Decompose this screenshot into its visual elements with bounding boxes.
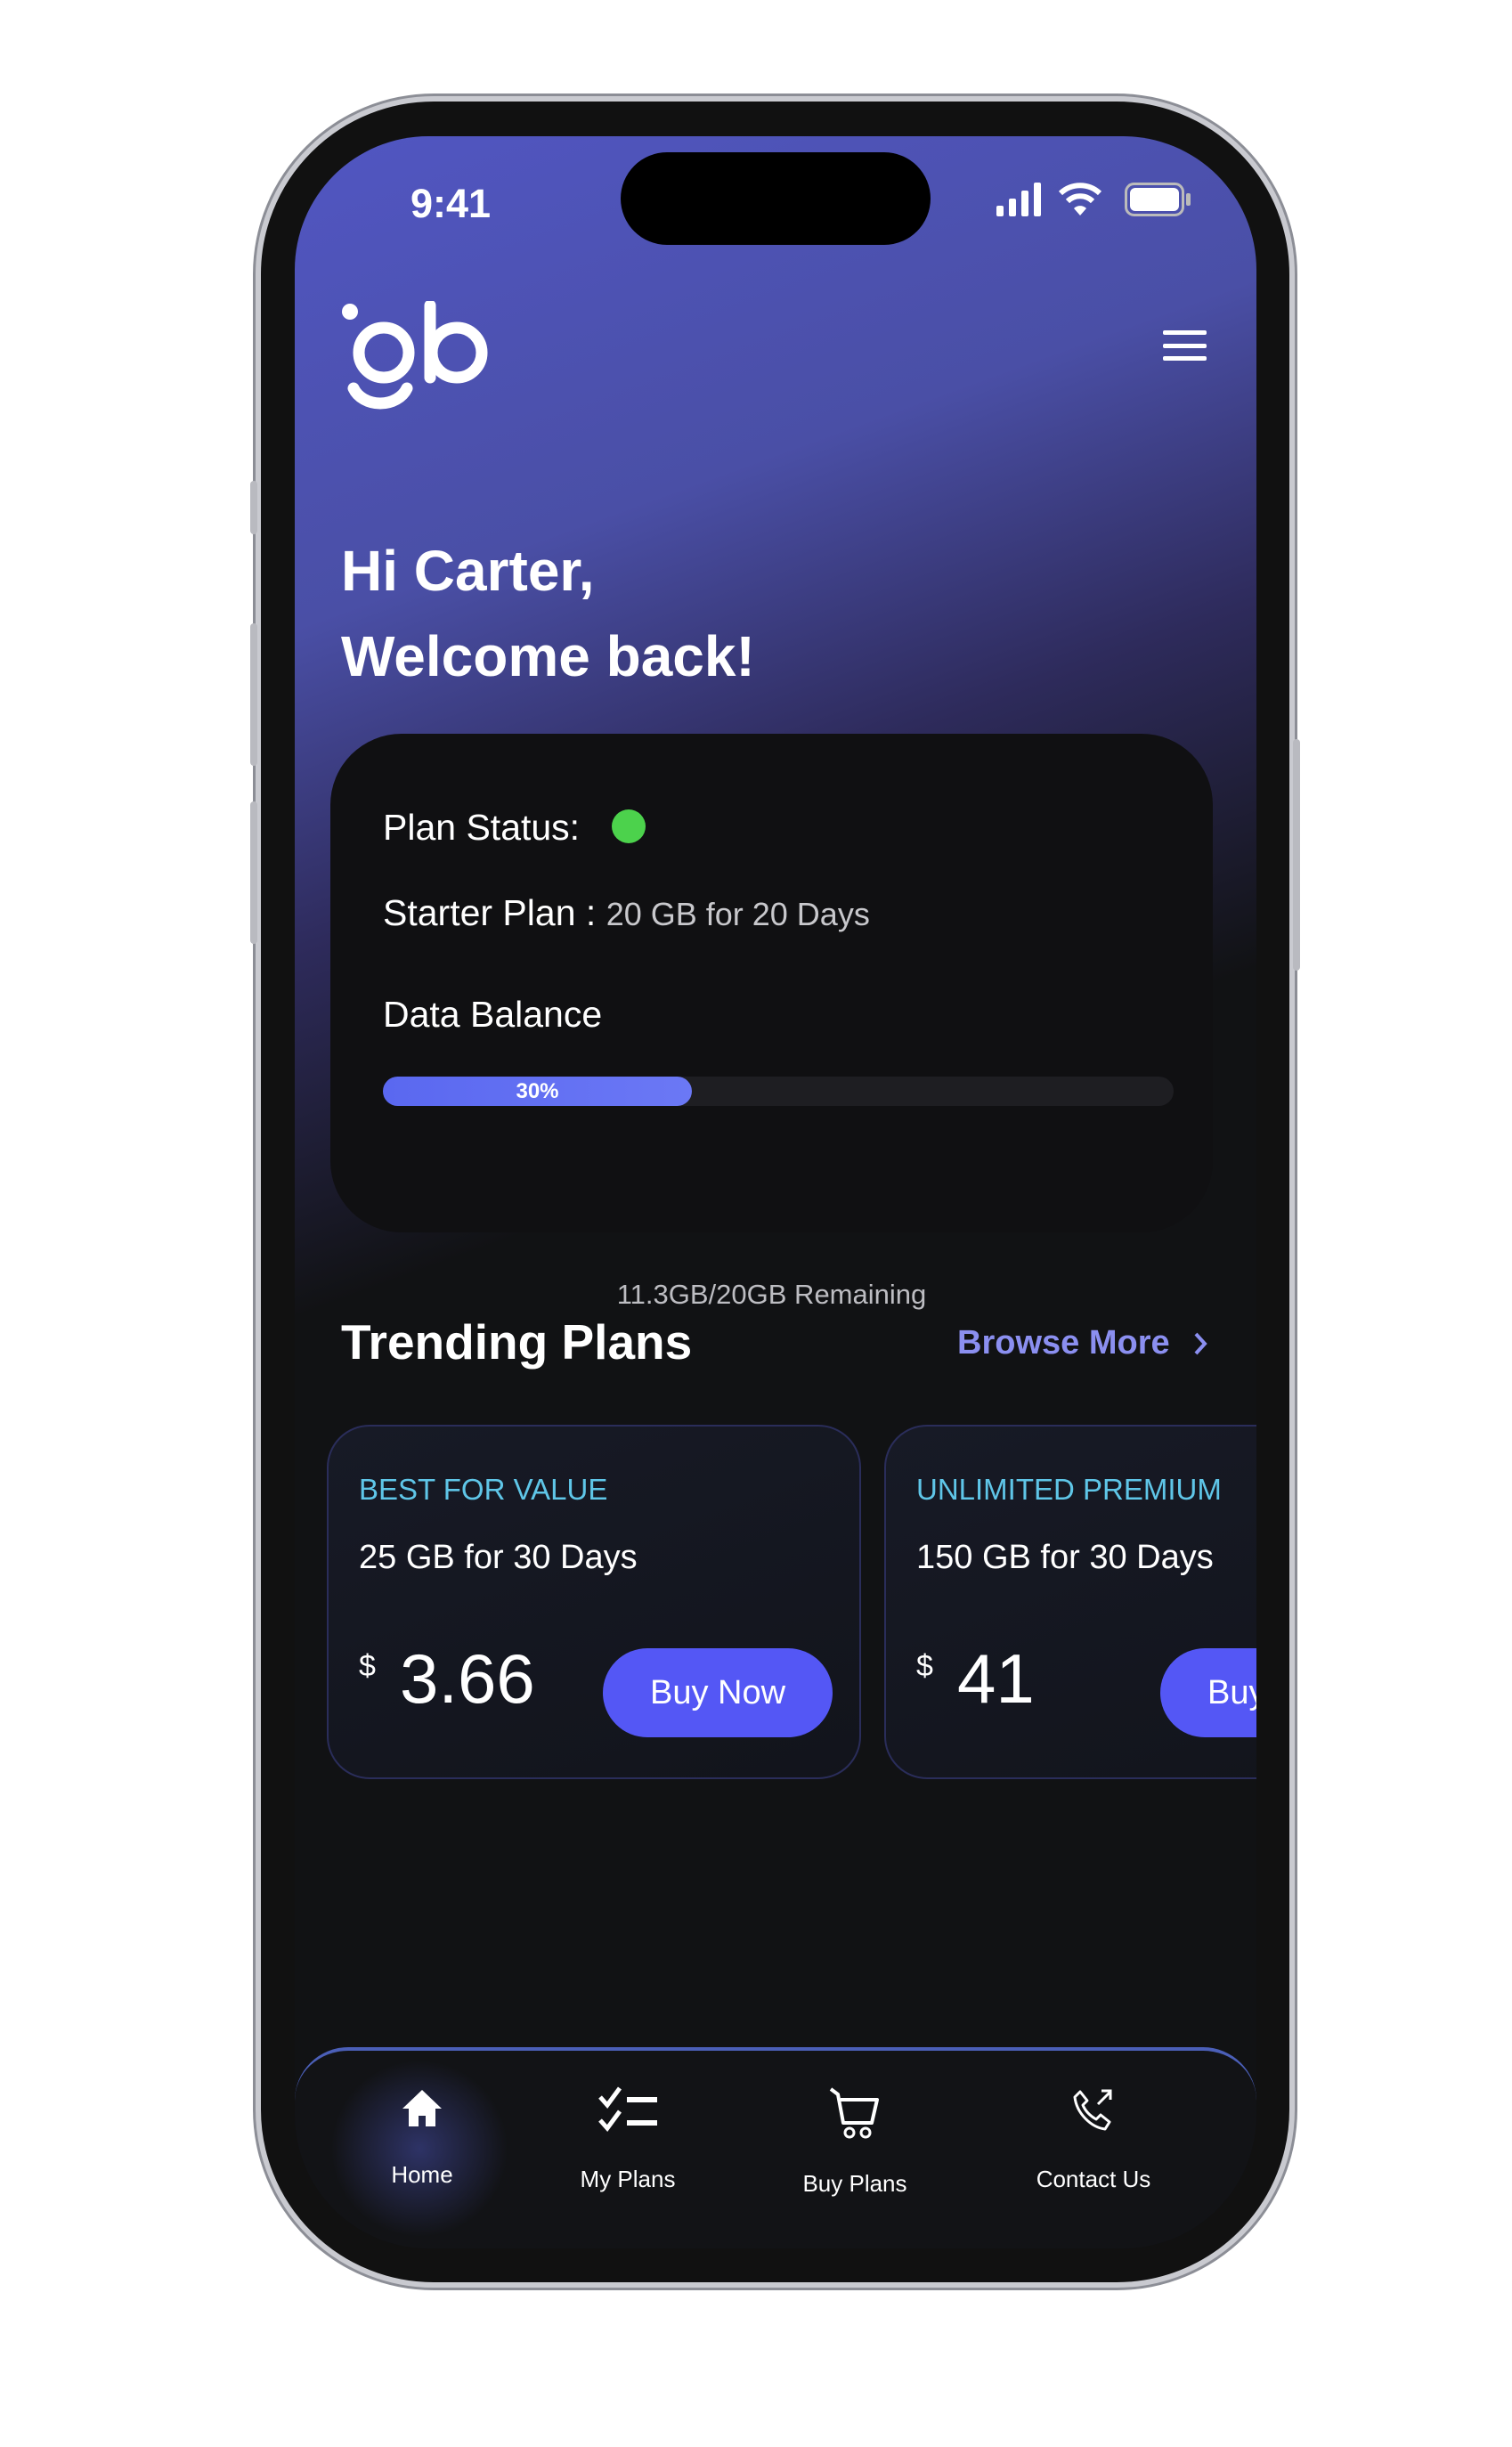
nav-buy-plans[interactable]: Buy Plans: [748, 2086, 962, 2198]
plan-card: BEST FOR VALUE 25 GB for 30 Days $ 3.66 …: [327, 1425, 861, 1779]
plan-status-label: Plan Status:: [383, 807, 581, 848]
data-balance-label: Data Balance: [383, 994, 603, 1035]
greeting: Hi Carter, Welcome back!: [341, 528, 755, 699]
nav-home[interactable]: Home: [315, 2086, 529, 2189]
plan-price: 3.66: [400, 1639, 535, 1718]
nav-label: Buy Plans: [802, 2170, 907, 2197]
battery-icon: [1125, 183, 1191, 216]
greeting-name: Hi Carter,: [341, 539, 595, 603]
status-indicator: [612, 809, 646, 843]
browse-more-link[interactable]: Browse More: [957, 1324, 1207, 1362]
chevron-right-icon: [1194, 1332, 1207, 1354]
plan-card: UNLIMITED PREMIUM 150 GB for 30 Days $ 4…: [884, 1425, 1256, 1779]
nav-contact-us[interactable]: Contact Us: [987, 2086, 1200, 2193]
plan-currency: $: [916, 1649, 933, 1683]
nav-label: Home: [391, 2161, 453, 2188]
nav-label: Contact Us: [1036, 2166, 1151, 2192]
plan-name: Starter Plan : 20 GB for 20 Days: [383, 892, 870, 934]
plan-price: 41: [957, 1639, 1035, 1718]
volume-down-button: [250, 801, 257, 944]
nav-label: My Plans: [580, 2166, 676, 2192]
plan-tag: BEST FOR VALUE: [359, 1473, 608, 1506]
dynamic-island: [621, 152, 931, 245]
gb-logo: [342, 301, 488, 410]
buy-now-button[interactable]: Buy Now: [1160, 1648, 1256, 1737]
phone-icon: [1073, 2089, 1112, 2131]
plan-desc: 150 GB for 30 Days: [916, 1539, 1214, 1576]
wifi-icon: [1059, 183, 1101, 215]
signal-icon: [996, 183, 1041, 216]
browse-more-label: Browse More: [957, 1324, 1170, 1362]
status-time: 9:41: [411, 181, 492, 226]
plan-status-card: Plan Status: Starter Plan : 20 GB for 20…: [330, 734, 1213, 1310]
power-button: [1293, 739, 1300, 971]
plan-currency: $: [359, 1649, 376, 1683]
bottom-nav: Home My Plans Buy Plans Contact Us: [295, 2047, 1256, 2248]
volume-up-button: [250, 623, 257, 766]
nav-my-plans[interactable]: My Plans: [521, 2086, 735, 2193]
data-progress-fill: 30%: [383, 1077, 692, 1106]
home-icon: [402, 2090, 442, 2126]
trending-title: Trending Plans: [341, 1314, 693, 1370]
checklist-icon: [598, 2086, 657, 2132]
plan-name-label: Starter Plan :: [383, 892, 597, 933]
menu-button[interactable]: [1163, 330, 1207, 361]
cart-icon: [829, 2087, 879, 2139]
data-remaining: 11.3GB/20GB Remaining: [616, 1279, 927, 1310]
buy-now-button[interactable]: Buy Now: [603, 1648, 833, 1737]
side-button: [250, 481, 257, 534]
greeting-welcome: Welcome back!: [341, 624, 755, 688]
plan-tag: UNLIMITED PREMIUM: [916, 1473, 1222, 1506]
data-progress-bar: 30%: [383, 1077, 1174, 1106]
plan-desc: 25 GB for 30 Days: [359, 1539, 638, 1576]
screen: 9:41 Hi Carter, Welcome back! Plan Statu…: [295, 136, 1256, 2248]
plan-detail: 20 GB for 20 Days: [606, 896, 870, 932]
